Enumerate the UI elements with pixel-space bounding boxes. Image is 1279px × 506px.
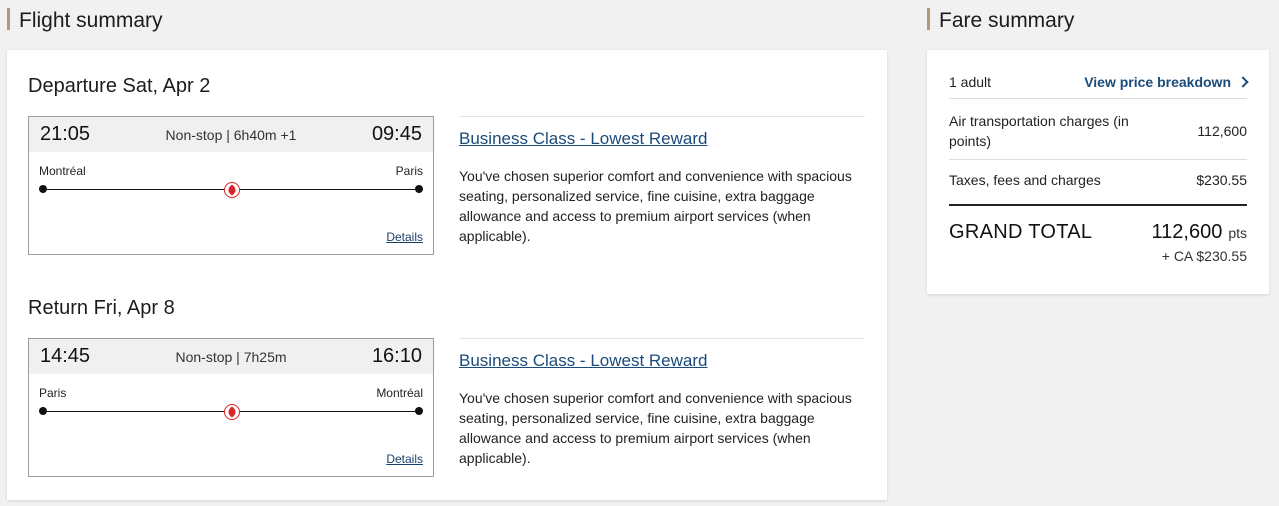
grand-total-label: GRAND TOTAL (949, 221, 1093, 243)
arrival-time: 16:10 (371, 345, 422, 367)
taxes-label: Taxes, fees and charges (949, 172, 1101, 188)
points-unit: pts (1228, 225, 1247, 241)
itinerary-header: 21:05 Non-stop | 6h40m +1 09:45 (29, 117, 433, 152)
origin-dot (39, 407, 47, 415)
fare-description: You've chosen superior comfort and conve… (459, 390, 852, 466)
fare-name-link[interactable]: Business Class - Lowest Reward (459, 351, 707, 371)
flight-summary-title: Flight summary (7, 8, 163, 32)
passenger-count: 1 adult (949, 74, 992, 90)
return-itinerary-box: 14:45 Non-stop | 7h25m 16:10 Paris Montr… (28, 338, 434, 477)
taxes-value: $230.55 (1196, 172, 1247, 188)
itinerary-header: 14:45 Non-stop | 7h25m 16:10 (29, 339, 433, 374)
return-heading: Return Fri, Apr 8 (28, 297, 175, 319)
chevron-right-icon (1237, 76, 1249, 88)
maple-leaf-icon (224, 404, 240, 420)
departure-heading: Departure Sat, Apr 2 (28, 75, 211, 97)
air-charges-value: 112,600 (1197, 123, 1247, 139)
maple-leaf-icon (224, 182, 240, 198)
destination-city: Paris (395, 164, 423, 178)
destination-dot (415, 185, 423, 193)
view-price-breakdown-label: View price breakdown (1084, 74, 1231, 90)
fare-summary-title: Fare summary (927, 8, 1074, 32)
air-charges-label: Air transportation charges (in points) (949, 113, 1129, 149)
destination-city: Montréal (376, 386, 423, 400)
grand-total-cash: + CA $230.55 (1161, 248, 1247, 264)
origin-dot (39, 185, 47, 193)
departure-itinerary-box: 21:05 Non-stop | 6h40m +1 09:45 Montréal… (28, 116, 434, 255)
arrival-time: 09:45 (371, 123, 422, 145)
grand-total-points: 112,600 pts (1152, 221, 1248, 244)
origin-city: Montréal (39, 164, 86, 178)
fare-name-link[interactable]: Business Class - Lowest Reward (459, 129, 707, 149)
fare-summary-card: 1 adult View price breakdown Air transpo… (927, 50, 1269, 294)
origin-city: Paris (39, 386, 67, 400)
fare-divider (459, 116, 865, 117)
view-price-breakdown-link[interactable]: View price breakdown (1084, 74, 1249, 90)
total-divider (949, 204, 1247, 206)
air-charges-row: Air transportation charges (in points) 1… (949, 111, 1247, 151)
grand-total-points-value: 112,600 (1151, 221, 1223, 243)
details-link[interactable]: Details (386, 452, 423, 466)
divider (949, 98, 1247, 99)
details-link[interactable]: Details (386, 230, 423, 244)
passenger-row: 1 adult View price breakdown (949, 74, 1249, 90)
flight-summary-card: Departure Sat, Apr 2 21:05 Non-stop | 6h… (7, 50, 887, 500)
destination-dot (415, 407, 423, 415)
fare-divider (459, 338, 865, 339)
fare-description: You've chosen superior comfort and conve… (459, 168, 852, 244)
taxes-row: Taxes, fees and charges $230.55 (949, 172, 1247, 188)
divider (949, 159, 1247, 160)
